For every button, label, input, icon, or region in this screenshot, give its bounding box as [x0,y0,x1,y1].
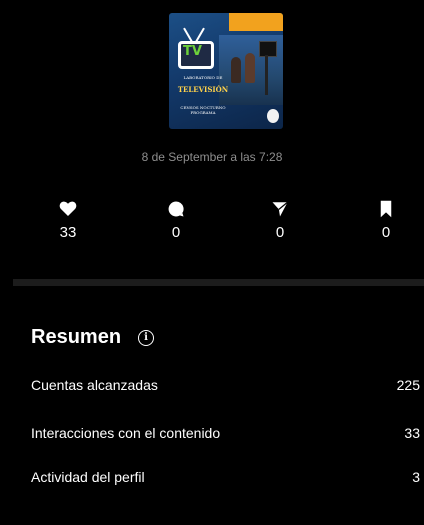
send-icon [250,200,310,220]
thumbnail-brand-bar [229,13,283,31]
metric-label: Cuentas alcanzadas [31,377,158,393]
post-timestamp: 8 de September a las 7:28 [141,150,283,164]
metric-value: 225 [396,377,420,393]
heart-icon [38,200,98,220]
stat-likes[interactable]: 33 [38,200,98,241]
metric-label: Actividad del perfil [31,469,145,485]
summary-title: Resumen [31,326,122,348]
comments-count: 0 [171,224,181,241]
thumbnail-person [245,53,255,83]
metric-row-content-interactions[interactable]: Interacciones con el contenido 33 [31,425,420,447]
tripod-icon [265,55,268,95]
bookmark-icon [356,200,416,220]
thumbnail-logo-text: TV [183,44,202,59]
likes-count: 33 [59,224,77,241]
stat-shares[interactable]: 0 [250,200,310,241]
metric-row-accounts-reached[interactable]: Cuentas alcanzadas 225 [31,377,420,399]
thumbnail-subtitle: CENSOS NOCTURNO PROGRAMA [180,105,226,115]
saves-count: 0 [381,224,391,241]
thumbnail-label: LABORATORIO DE [183,75,223,80]
thumbnail-title: TELEVISIÓN [177,85,229,94]
section-divider [13,279,424,286]
comment-icon [146,200,206,220]
info-icon[interactable]: i [138,330,154,346]
shares-count: 0 [275,224,285,241]
seal-icon [267,109,279,123]
stat-comments[interactable]: 0 [146,200,206,241]
metric-value: 3 [412,469,420,485]
metric-value: 33 [404,425,420,441]
metric-label: Interacciones con el contenido [31,425,221,441]
stat-saves[interactable]: 0 [356,200,416,241]
metric-row-profile-activity[interactable]: Actividad del perfil 3 [31,469,420,491]
camera-icon [259,41,277,57]
post-thumbnail[interactable]: TV LABORATORIO DE TELEVISIÓN CENSOS NOCT… [169,13,283,129]
